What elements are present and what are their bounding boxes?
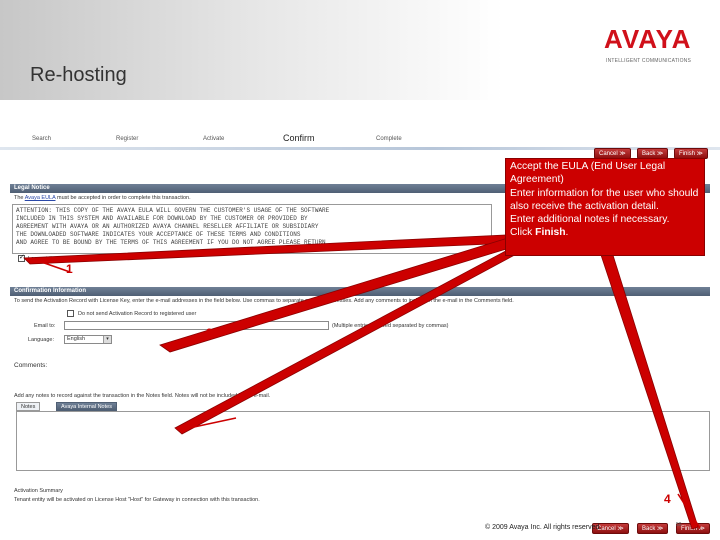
underline-2: [167, 333, 227, 345]
step-register[interactable]: Register: [116, 136, 138, 142]
callout-line-1: Accept the EULA (End User Legal Agreemen…: [510, 161, 666, 186]
logo-tagline: INTELLIGENT COMMUNICATIONS: [606, 58, 692, 64]
callout-finish-word: Finish: [535, 227, 566, 239]
email-hint: (Multiple entries allowed separated by c…: [332, 323, 449, 329]
step-search[interactable]: Search: [32, 136, 51, 142]
send-record-label: Do not send Activation Record to registe…: [78, 311, 197, 317]
eula-text-box[interactable]: ATTENTION: THIS COPY OF THE AVAYA EULA W…: [12, 204, 492, 254]
accept-eula-checkbox[interactable]: [18, 253, 25, 262]
language-select[interactable]: English ▾: [64, 335, 112, 344]
footer-copyright: © 2009 Avaya Inc. All rights reserved.: [485, 524, 602, 531]
annotation-number-1: 1: [66, 262, 73, 276]
language-label: Language:: [28, 337, 54, 343]
confirmation-instructions: To send the Activation Record with Licen…: [14, 298, 514, 304]
language-value: English: [67, 336, 86, 342]
chevron-down-icon: ▾: [103, 336, 111, 343]
arrow-to-notes-area: [174, 245, 525, 435]
callout-line-2: Enter information for the user who shoul…: [510, 187, 699, 212]
eula-line: INCLUDED IN THIS SYSTEM AND AVAILABLE FO…: [16, 215, 308, 222]
eula-line: AGREEMENT WITH AVAYA OR AN AUTHORIZED AV…: [16, 223, 319, 230]
comments-label: Comments:: [14, 362, 48, 369]
callout-line-3: Enter additional notes if necessary.: [510, 214, 670, 226]
slide: Re-hosting AVAYA INTELLIGENT COMMUNICATI…: [0, 0, 720, 540]
notes-textarea[interactable]: [16, 411, 710, 471]
activation-summary-label: Activation Summary: [14, 488, 63, 494]
step-confirm[interactable]: Confirm: [283, 133, 315, 143]
confirmation-header: Confirmation Information: [10, 287, 710, 296]
email-input[interactable]: [64, 321, 329, 330]
annotation-number-4: 4: [664, 492, 671, 506]
avaya-logo: AVAYA: [604, 24, 692, 54]
callout-line-4-prefix: Click: [510, 227, 536, 239]
tab-avaya-internal-notes[interactable]: Avaya Internal Notes: [56, 402, 117, 411]
activation-summary-text: Tenant entity will be activated on Licen…: [14, 497, 260, 503]
page-number: 59: [676, 522, 682, 528]
notes-instructions: Add any notes to record against the tran…: [14, 393, 271, 399]
send-record-checkbox[interactable]: [67, 310, 74, 317]
annotation-number-2: 2: [206, 326, 213, 340]
step-complete[interactable]: Complete: [376, 136, 402, 142]
eula-line: AND AGREE TO BE BOUND BY THE TERMS OF TH…: [16, 239, 326, 246]
eula-line: ATTENTION: THIS COPY OF THE AVAYA EULA W…: [16, 207, 330, 214]
step-activate[interactable]: Activate: [203, 136, 224, 142]
eula-link[interactable]: Avaya EULA: [25, 195, 56, 201]
back-button-bottom[interactable]: Back ≫: [637, 523, 669, 534]
legal-intro-suffix: must be accepted in order to complete th…: [55, 195, 191, 201]
slide-title: Re-hosting: [30, 64, 127, 86]
eula-line: THE DOWNLOADED SOFTWARE INDICATES YOUR A…: [16, 231, 301, 238]
callout-line-4: Click Finish.: [510, 226, 700, 239]
callout-line-4-suffix: .: [565, 227, 569, 239]
instruction-callout: Accept the EULA (End User Legal Agreemen…: [505, 158, 705, 256]
annotation-number-3: 3: [213, 404, 220, 418]
legal-intro: The Avaya EULA must be accepted in order…: [14, 195, 191, 201]
tab-notes[interactable]: Notes: [16, 402, 41, 411]
email-label: Email to:: [34, 323, 56, 329]
legal-intro-prefix: The: [14, 195, 25, 201]
